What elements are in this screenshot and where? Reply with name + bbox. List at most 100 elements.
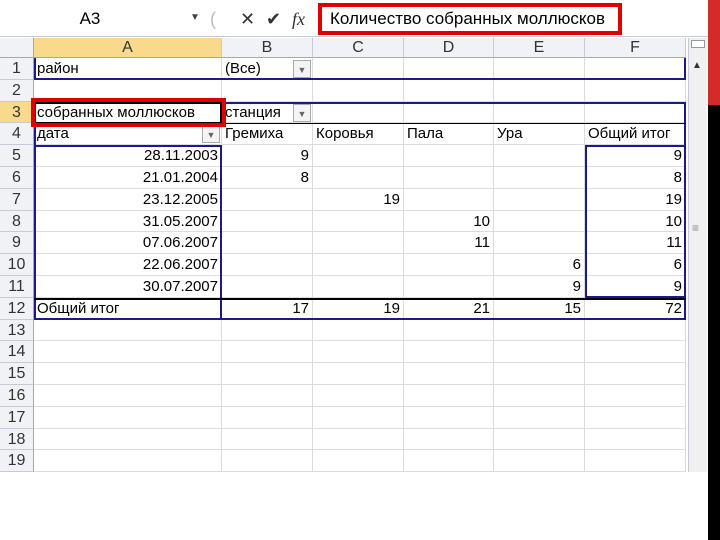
name-box-dropdown-icon[interactable]: ▼ [190,8,204,28]
cell-E3[interactable] [494,101,585,124]
cell-F7[interactable]: 19 [585,188,686,211]
scroll-thumb-grip-icon[interactable]: ≡ [692,221,699,235]
cell-F2[interactable] [585,79,686,102]
cell-B14[interactable] [222,341,313,364]
insert-function-icon[interactable]: fx [292,6,314,32]
cell-B5[interactable]: 9 [222,145,313,167]
column-header-A[interactable]: A [34,38,222,58]
filter-dropdown-icon[interactable]: ▼ [202,125,220,144]
cell-A8[interactable]: 31.05.2007 [34,210,222,233]
cell-E4[interactable]: Ура [494,123,585,146]
cell-A7[interactable]: 23.12.2005 [34,188,222,211]
cell-F18[interactable] [585,428,686,451]
cell-F15[interactable] [585,363,686,385]
cell-F19[interactable] [585,450,686,473]
cell-E1[interactable] [494,58,585,80]
row-header-17[interactable]: 17 [0,406,34,429]
cell-C3[interactable] [313,101,404,124]
cell-A13[interactable] [34,319,222,342]
row-header-7[interactable]: 7 [0,188,34,211]
cell-B6[interactable]: 8 [222,167,313,189]
column-header-F[interactable]: F [585,38,686,58]
row-header-8[interactable]: 8 [0,210,34,233]
cell-A14[interactable] [34,341,222,364]
name-box[interactable]: A3 [5,6,205,32]
cell-E8[interactable] [494,210,585,233]
cell-D9[interactable]: 11 [404,232,494,255]
row-header-12[interactable]: 12 [0,297,34,320]
row-header-3[interactable]: 3 [0,101,34,124]
select-all-corner[interactable] [0,38,34,58]
cell-C6[interactable] [313,167,404,189]
cell-E7[interactable] [494,188,585,211]
cell-F8[interactable]: 10 [585,210,686,233]
cell-F13[interactable] [585,319,686,342]
cell-D12[interactable]: 21 [404,297,494,320]
column-header-E[interactable]: E [494,38,585,58]
cell-E6[interactable] [494,167,585,189]
cell-C19[interactable] [313,450,404,473]
cell-B10[interactable] [222,254,313,276]
cell-D17[interactable] [404,406,494,429]
row-header-18[interactable]: 18 [0,428,34,451]
cell-E16[interactable] [494,385,585,407]
row-header-14[interactable]: 14 [0,341,34,364]
cell-D4[interactable]: Пала [404,123,494,146]
cell-F5[interactable]: 9 [585,145,686,167]
cell-E11[interactable]: 9 [494,276,585,298]
cell-C10[interactable] [313,254,404,276]
split-box-icon[interactable] [691,40,705,48]
row-header-4[interactable]: 4 [0,123,34,146]
row-header-5[interactable]: 5 [0,145,34,167]
column-header-D[interactable]: D [404,38,494,58]
cell-E9[interactable] [494,232,585,255]
cell-D13[interactable] [404,319,494,342]
row-header-1[interactable]: 1 [0,58,34,80]
filter-dropdown-icon[interactable]: ▼ [293,103,311,122]
cell-A18[interactable] [34,428,222,451]
cell-B19[interactable] [222,450,313,473]
cell-A19[interactable] [34,450,222,473]
cell-E12[interactable]: 15 [494,297,585,320]
cell-C17[interactable] [313,406,404,429]
row-header-6[interactable]: 6 [0,167,34,189]
row-header-2[interactable]: 2 [0,79,34,102]
cell-A15[interactable] [34,363,222,385]
cell-D15[interactable] [404,363,494,385]
cell-D5[interactable] [404,145,494,167]
cell-F6[interactable]: 8 [585,167,686,189]
cell-D2[interactable] [404,79,494,102]
cell-B8[interactable] [222,210,313,233]
cell-E19[interactable] [494,450,585,473]
cell-E14[interactable] [494,341,585,364]
column-header-C[interactable]: C [313,38,404,58]
cell-A6[interactable]: 21.01.2004 [34,167,222,189]
cell-C4[interactable]: Коровья [313,123,404,146]
row-header-19[interactable]: 19 [0,450,34,473]
cell-D11[interactable] [404,276,494,298]
cell-F9[interactable]: 11 [585,232,686,255]
cell-F16[interactable] [585,385,686,407]
cell-D1[interactable] [404,58,494,80]
cell-E10[interactable]: 6 [494,254,585,276]
cell-A1[interactable]: район [34,58,222,80]
cell-F11[interactable]: 9 [585,276,686,298]
cell-E13[interactable] [494,319,585,342]
cell-D6[interactable] [404,167,494,189]
cell-B9[interactable] [222,232,313,255]
scroll-up-icon[interactable]: ▲ [692,60,702,71]
cell-D3[interactable] [404,101,494,124]
cell-B7[interactable] [222,188,313,211]
cell-D8[interactable]: 10 [404,210,494,233]
cell-C14[interactable] [313,341,404,364]
cell-E2[interactable] [494,79,585,102]
cell-B2[interactable] [222,79,313,102]
cell-D7[interactable] [404,188,494,211]
cell-F4[interactable]: Общий итог [585,123,686,146]
cell-C7[interactable]: 19 [313,188,404,211]
filter-dropdown-icon[interactable]: ▼ [293,60,311,78]
cell-B13[interactable] [222,319,313,342]
cell-C1[interactable] [313,58,404,80]
cancel-icon[interactable]: ✕ [240,6,260,32]
row-header-15[interactable]: 15 [0,363,34,385]
